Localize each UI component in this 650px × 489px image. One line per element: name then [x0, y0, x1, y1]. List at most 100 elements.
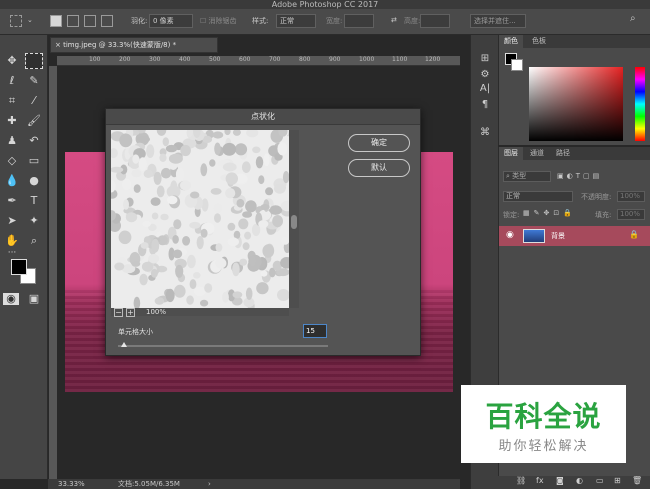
- document-tab[interactable]: × timg.jpeg @ 33.3%(快速蒙版/8) *: [50, 37, 218, 53]
- cell-size-slider[interactable]: [118, 342, 328, 347]
- status-arrow-icon[interactable]: ›: [208, 479, 211, 489]
- layer-filter-label: 类型: [512, 172, 527, 180]
- reset-button[interactable]: 默认: [348, 159, 410, 177]
- width-input[interactable]: [344, 14, 374, 28]
- cell-size-input[interactable]: 15: [303, 324, 327, 338]
- lock-label: 锁定:: [503, 211, 520, 219]
- paragraph-panel-icon[interactable]: ¶: [477, 99, 493, 113]
- history-brush-icon[interactable]: ↶: [25, 133, 43, 149]
- ruler-tick: 900: [329, 56, 341, 63]
- filter-preview[interactable]: [111, 130, 289, 308]
- shape-tool-icon[interactable]: ✦: [25, 213, 43, 229]
- zoom-tool-icon[interactable]: ⌕: [25, 233, 43, 249]
- eye-icon[interactable]: ◉: [506, 230, 514, 240]
- zoom-out-button[interactable]: −: [114, 308, 123, 317]
- lasso-tool-icon[interactable]: ℓ: [3, 73, 21, 89]
- swap-icon[interactable]: ⇄: [391, 16, 397, 24]
- preview-horizontal-scrollbar[interactable]: [111, 308, 289, 316]
- tab-swatches[interactable]: 色板: [527, 35, 551, 48]
- layer-filter-select[interactable]: ⌕ 类型: [503, 171, 551, 182]
- quick-mask-icon[interactable]: ◉: [3, 293, 19, 305]
- cell-size-label: 单元格大小: [118, 328, 153, 336]
- zoom-in-button[interactable]: +: [126, 308, 135, 317]
- subtract-selection-icon[interactable]: [84, 15, 96, 27]
- clone-stamp-icon[interactable]: ♟: [3, 133, 21, 149]
- layer-row[interactable]: ◉ 背景 🔒: [499, 226, 650, 246]
- preview-dot: [222, 291, 229, 303]
- fx-icon[interactable]: fx: [536, 476, 544, 485]
- type-tool-icon[interactable]: T: [25, 193, 43, 209]
- watermark-main-text: 百科全说: [485, 400, 602, 433]
- tab-channels[interactable]: 通道: [525, 147, 549, 160]
- blend-mode-select[interactable]: 正常: [503, 191, 573, 202]
- glyphs-panel-icon[interactable]: ⌘: [477, 127, 493, 141]
- crop-tool-icon[interactable]: ⌗: [3, 93, 21, 109]
- lock-icons[interactable]: ▦✎✥⊡🔒: [523, 209, 576, 217]
- search-icon[interactable]: ⌕: [630, 13, 636, 24]
- new-selection-icon[interactable]: [50, 15, 62, 27]
- feather-input[interactable]: 0 像素: [149, 14, 193, 28]
- screen-mode-icon[interactable]: ▣: [25, 291, 43, 307]
- tab-color[interactable]: 颜色: [499, 35, 523, 48]
- properties-panel-icon[interactable]: ⚙: [477, 69, 493, 83]
- add-selection-icon[interactable]: [67, 15, 79, 27]
- zoom-level[interactable]: 33.33%: [58, 479, 85, 489]
- preview-vertical-scrollbar[interactable]: [289, 130, 299, 308]
- fill-input[interactable]: 100%: [617, 209, 645, 220]
- color-bg-swatch[interactable]: [511, 59, 523, 71]
- new-layer-icon[interactable]: ⊞: [614, 476, 621, 485]
- preview-dot: [234, 143, 248, 156]
- brush-tool-icon[interactable]: 🖌: [25, 113, 43, 129]
- close-icon[interactable]: ×: [55, 41, 63, 49]
- link-icon[interactable]: ⛓: [516, 476, 526, 485]
- preview-dot: [159, 153, 167, 162]
- blur-tool-icon[interactable]: 💧: [3, 173, 21, 189]
- preview-dot: [241, 161, 251, 173]
- marquee-tool-preset-icon[interactable]: [10, 15, 22, 27]
- hue-slider[interactable]: [635, 67, 645, 141]
- pen-tool-icon[interactable]: ✒: [3, 193, 21, 209]
- ruler-tick: 500: [209, 56, 221, 63]
- preview-dot: [114, 262, 125, 271]
- healing-brush-icon[interactable]: ✚: [3, 113, 21, 129]
- preview-dot: [238, 218, 249, 230]
- watermark-sub-text: 助你轻松解决: [498, 439, 589, 454]
- preview-dot: [154, 297, 165, 305]
- rect-marquee-tool-icon[interactable]: [25, 53, 43, 69]
- preview-dot: [214, 142, 221, 156]
- preview-dot: [232, 130, 241, 136]
- dodge-tool-icon[interactable]: ●: [25, 173, 43, 189]
- path-select-icon[interactable]: ➤: [3, 213, 21, 229]
- anti-alias-checkbox[interactable]: ☐ 消除锯齿: [200, 16, 237, 26]
- chevron-down-icon[interactable]: ⌄: [27, 16, 33, 24]
- mask-icon[interactable]: ◙: [556, 476, 564, 485]
- adjustment-icon[interactable]: ◐: [576, 476, 583, 485]
- height-input[interactable]: [420, 14, 450, 28]
- intersect-selection-icon[interactable]: [101, 15, 113, 27]
- layer-filter-icons[interactable]: ▣◐T▢▤: [557, 172, 602, 180]
- gradient-tool-icon[interactable]: ▭: [25, 153, 43, 169]
- preview-dot: [215, 257, 227, 269]
- layer-name[interactable]: 背景: [551, 231, 565, 241]
- opacity-input[interactable]: 100%: [617, 191, 645, 202]
- color-spectrum[interactable]: [529, 67, 623, 141]
- lock-icon[interactable]: 🔒: [629, 230, 639, 239]
- preview-dot: [239, 258, 248, 266]
- folder-icon[interactable]: ▭: [596, 476, 604, 485]
- history-panel-icon[interactable]: ⊞: [477, 53, 493, 67]
- ok-button[interactable]: 确定: [348, 134, 410, 152]
- scroll-thumb[interactable]: [291, 215, 297, 229]
- move-tool-icon[interactable]: ✥: [3, 53, 21, 69]
- character-panel-icon[interactable]: A|: [477, 83, 493, 97]
- select-and-mask-button[interactable]: 选择并遮住...: [470, 14, 526, 28]
- eyedropper-tool-icon[interactable]: ⁄: [25, 93, 43, 109]
- tab-paths[interactable]: 路径: [551, 147, 575, 160]
- trash-icon[interactable]: 🗑: [632, 476, 642, 485]
- preview-dot: [173, 219, 182, 230]
- foreground-color-swatch[interactable]: [11, 259, 27, 275]
- eraser-tool-icon[interactable]: ◇: [3, 153, 21, 169]
- tab-layers[interactable]: 图层: [499, 147, 523, 160]
- style-select[interactable]: 正常: [276, 14, 316, 28]
- quick-select-tool-icon[interactable]: ✎: [25, 73, 43, 89]
- slider-knob[interactable]: [121, 342, 128, 347]
